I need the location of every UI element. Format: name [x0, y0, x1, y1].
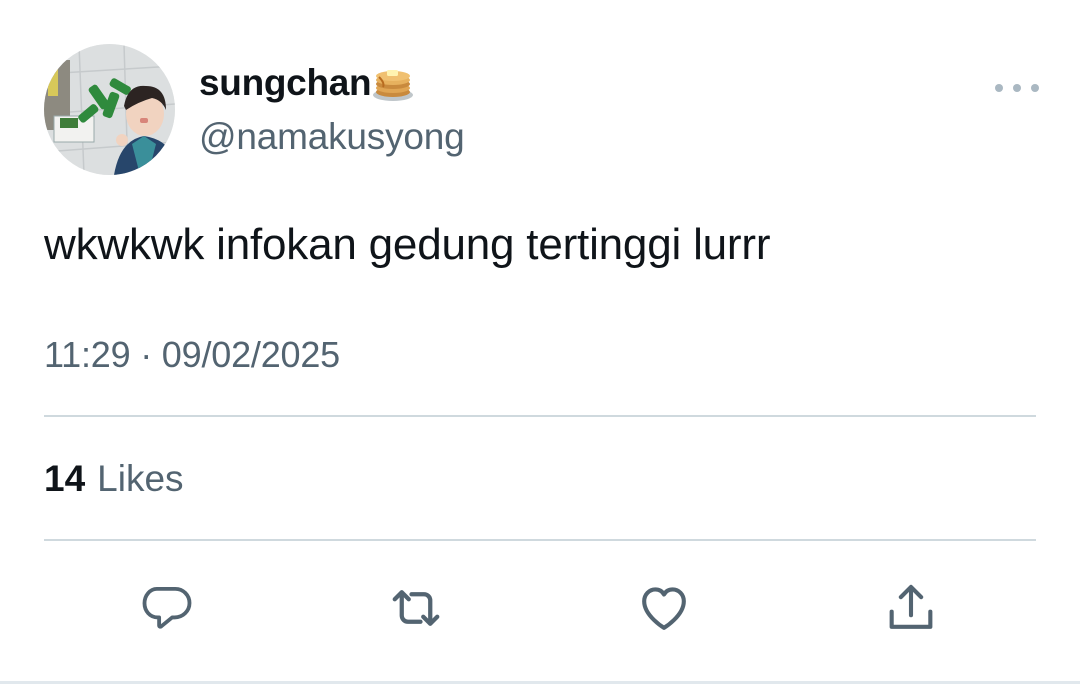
likes-label: Likes	[97, 458, 184, 499]
user-handle[interactable]: @namakusyong	[199, 116, 465, 158]
heart-icon	[642, 587, 686, 630]
pancakes-emoji-icon	[371, 61, 415, 105]
tweet-text: wkwkwk infokan gedung tertinggi lurrr	[44, 220, 771, 269]
more-dot-icon	[1013, 84, 1021, 92]
avatar-photo	[44, 44, 175, 175]
share-icon	[889, 584, 933, 629]
reply-icon	[142, 586, 192, 629]
likes-count: 14	[44, 458, 86, 499]
divider	[44, 415, 1036, 417]
avatar[interactable]	[44, 44, 175, 175]
more-options-button[interactable]	[995, 74, 1039, 102]
author-name-row[interactable]: sungchan	[199, 60, 415, 106]
more-dot-icon	[995, 84, 1003, 92]
reply-button[interactable]	[137, 578, 197, 638]
share-button[interactable]	[881, 578, 941, 638]
tweet-card: sungchan @namakusyong wkwkwk infokan ged…	[0, 0, 1080, 684]
tweet-timestamp[interactable]: 11:29 · 09/02/2025	[44, 334, 340, 376]
retweet-icon	[392, 590, 440, 626]
more-dot-icon	[1031, 84, 1039, 92]
like-button[interactable]	[634, 578, 694, 638]
display-name[interactable]: sungchan	[199, 62, 372, 104]
retweet-button[interactable]	[386, 578, 446, 638]
divider	[44, 539, 1036, 541]
likes-stat[interactable]: 14 Likes	[44, 458, 184, 500]
